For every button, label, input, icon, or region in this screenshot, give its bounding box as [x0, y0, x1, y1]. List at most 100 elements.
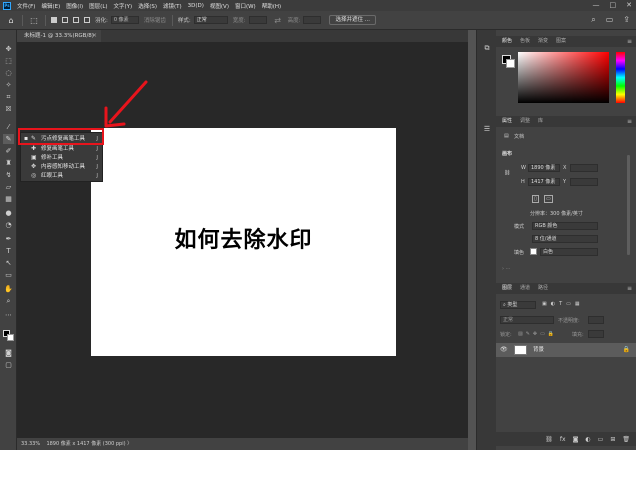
- background-swatch[interactable]: [506, 59, 515, 68]
- workspace-icon[interactable]: ▭: [606, 15, 614, 25]
- tab-adjustments[interactable]: 调整: [520, 116, 530, 127]
- tab-properties[interactable]: 属性: [502, 116, 512, 127]
- canvas-height-input[interactable]: 1417 像素: [528, 178, 560, 186]
- layer-name[interactable]: 背景: [533, 343, 544, 357]
- canvas-y-input[interactable]: [570, 178, 598, 186]
- panel-menu-icon[interactable]: ≡: [627, 116, 632, 127]
- quick-mask-icon[interactable]: ◙: [3, 348, 14, 358]
- menu-edit[interactable]: 编辑(E): [41, 2, 60, 10]
- layer-filter-icons[interactable]: ▣◐T▭▦: [542, 301, 584, 307]
- minimize-button[interactable]: —: [593, 1, 600, 9]
- fill-select[interactable]: 白色: [540, 248, 598, 256]
- menu-view[interactable]: 视图(V): [210, 2, 229, 10]
- orientation-portrait-icon[interactable]: ▯: [532, 195, 539, 203]
- menu-3d[interactable]: 3D(D): [188, 3, 204, 9]
- new-layer-icon[interactable]: ⊞: [610, 436, 615, 443]
- menu-image[interactable]: 图像(I): [66, 2, 83, 10]
- panel-menu-icon[interactable]: ≡: [627, 36, 632, 47]
- link-layers-icon[interactable]: ⛓: [545, 436, 553, 443]
- hue-slider[interactable]: [616, 52, 625, 103]
- tab-patterns[interactable]: 图案: [556, 36, 566, 47]
- tab-layers[interactable]: 图层: [502, 283, 512, 294]
- canvas-x-input[interactable]: [570, 164, 598, 172]
- menu-window[interactable]: 窗口(W): [235, 2, 256, 10]
- menu-help[interactable]: 帮助(H): [262, 2, 281, 10]
- lock-icon[interactable]: 🔒: [623, 343, 630, 357]
- swap-icon[interactable]: ⇄: [273, 15, 283, 25]
- marquee-preset-icon[interactable]: ⬚: [29, 15, 39, 25]
- adjustment-layer-icon[interactable]: ◐: [585, 436, 590, 443]
- eye-icon[interactable]: 👁: [500, 343, 508, 357]
- select-and-mask-button[interactable]: 选择并遮住 ...: [329, 15, 376, 25]
- crop-tool-icon[interactable]: ⌗: [3, 92, 14, 102]
- frame-tool-icon[interactable]: ☒: [3, 104, 14, 114]
- rectangle-tool-icon[interactable]: ▭: [3, 270, 14, 280]
- home-icon[interactable]: ⌂: [6, 15, 16, 25]
- share-icon[interactable]: ⇪: [623, 15, 630, 25]
- intersect-selection-icon[interactable]: [84, 17, 90, 23]
- height-input[interactable]: [303, 16, 322, 24]
- menu-file[interactable]: 文件(F): [17, 2, 35, 10]
- path-select-tool-icon[interactable]: ↖: [3, 258, 14, 268]
- menu-filter[interactable]: 滤镜(T): [163, 2, 182, 10]
- color-picker-field[interactable]: [518, 52, 609, 103]
- marquee-tool-icon[interactable]: ⬚: [3, 56, 14, 66]
- new-group-icon[interactable]: ▭: [598, 436, 604, 443]
- document-canvas[interactable]: 如何去除水印: [91, 128, 396, 356]
- zoom-level[interactable]: 33.33%: [21, 441, 40, 447]
- bit-depth-select[interactable]: 8 位/通道: [532, 235, 598, 243]
- zoom-tool-icon[interactable]: ⌕: [3, 296, 14, 306]
- layer-row-background[interactable]: 👁 背景 🔒: [496, 343, 636, 357]
- brush-tool-icon[interactable]: ✐: [3, 146, 14, 156]
- blur-tool-icon[interactable]: ●: [3, 208, 14, 218]
- properties-scrollbar[interactable]: [627, 155, 630, 255]
- link-icon[interactable]: ⛓: [504, 170, 510, 176]
- search-icon[interactable]: ⌕: [591, 15, 595, 25]
- panel-menu-icon[interactable]: ≡: [627, 283, 632, 294]
- subtract-selection-icon[interactable]: [73, 17, 79, 23]
- edit-toolbar-icon[interactable]: ⋯: [3, 310, 14, 320]
- history-panel-icon[interactable]: ⧉: [482, 44, 492, 54]
- status-arrow-icon[interactable]: 〉: [127, 441, 132, 447]
- canvas-width-input[interactable]: 1890 像素: [528, 164, 560, 172]
- spot-healing-tool-icon[interactable]: ✎: [3, 134, 14, 144]
- menu-type[interactable]: 文字(Y): [114, 2, 133, 10]
- opacity-input[interactable]: [588, 316, 604, 324]
- move-tool-icon[interactable]: ✥: [3, 44, 14, 54]
- add-selection-icon[interactable]: [62, 17, 68, 23]
- layer-fill-input[interactable]: [588, 330, 604, 338]
- tab-libraries[interactable]: 库: [538, 116, 543, 127]
- eyedropper-tool-icon[interactable]: ⁄: [3, 122, 14, 132]
- fill-swatch[interactable]: [530, 248, 537, 255]
- properties-panel-icon[interactable]: ☰: [482, 125, 492, 135]
- add-mask-icon[interactable]: ◙: [573, 436, 579, 443]
- dodge-tool-icon[interactable]: ◔: [3, 220, 14, 230]
- tab-channels[interactable]: 通道: [520, 283, 530, 294]
- eraser-tool-icon[interactable]: ▱: [3, 182, 14, 192]
- tab-gradients[interactable]: 渐变: [538, 36, 548, 47]
- delete-layer-icon[interactable]: 🗑: [622, 436, 630, 443]
- hand-tool-icon[interactable]: ✋: [3, 284, 14, 294]
- lock-icons[interactable]: ▨✎✥▭🔒: [518, 331, 557, 337]
- tab-swatches[interactable]: 色板: [520, 36, 530, 47]
- feather-input[interactable]: 0 像素: [110, 16, 139, 24]
- maximize-button[interactable]: □: [610, 1, 617, 9]
- history-brush-tool-icon[interactable]: ↯: [3, 170, 14, 180]
- clone-stamp-tool-icon[interactable]: ♜: [3, 158, 14, 168]
- close-tab-icon[interactable]: ×: [92, 30, 97, 42]
- quick-select-tool-icon[interactable]: ✧: [3, 80, 14, 90]
- style-select[interactable]: 正常: [193, 16, 228, 24]
- document-tab[interactable]: 未标题-1 @ 33.3%(RGB/8) ×: [17, 30, 101, 42]
- menu-select[interactable]: 选择(S): [138, 2, 157, 10]
- layer-filter-select[interactable]: ⌕ 类型: [500, 301, 536, 309]
- layer-style-icon[interactable]: fx: [560, 436, 566, 443]
- orientation-landscape-icon[interactable]: ▭: [544, 195, 553, 203]
- type-tool-icon[interactable]: T: [3, 246, 14, 256]
- lasso-tool-icon[interactable]: ◌: [3, 68, 14, 78]
- antialias-checkbox[interactable]: 消除锯齿: [144, 16, 166, 24]
- screen-mode-icon[interactable]: ▢: [3, 360, 14, 370]
- tab-color[interactable]: 颜色: [502, 36, 512, 47]
- menu-layer[interactable]: 图层(L): [89, 2, 107, 10]
- new-selection-icon[interactable]: [51, 17, 57, 23]
- close-button[interactable]: ✕: [626, 1, 632, 9]
